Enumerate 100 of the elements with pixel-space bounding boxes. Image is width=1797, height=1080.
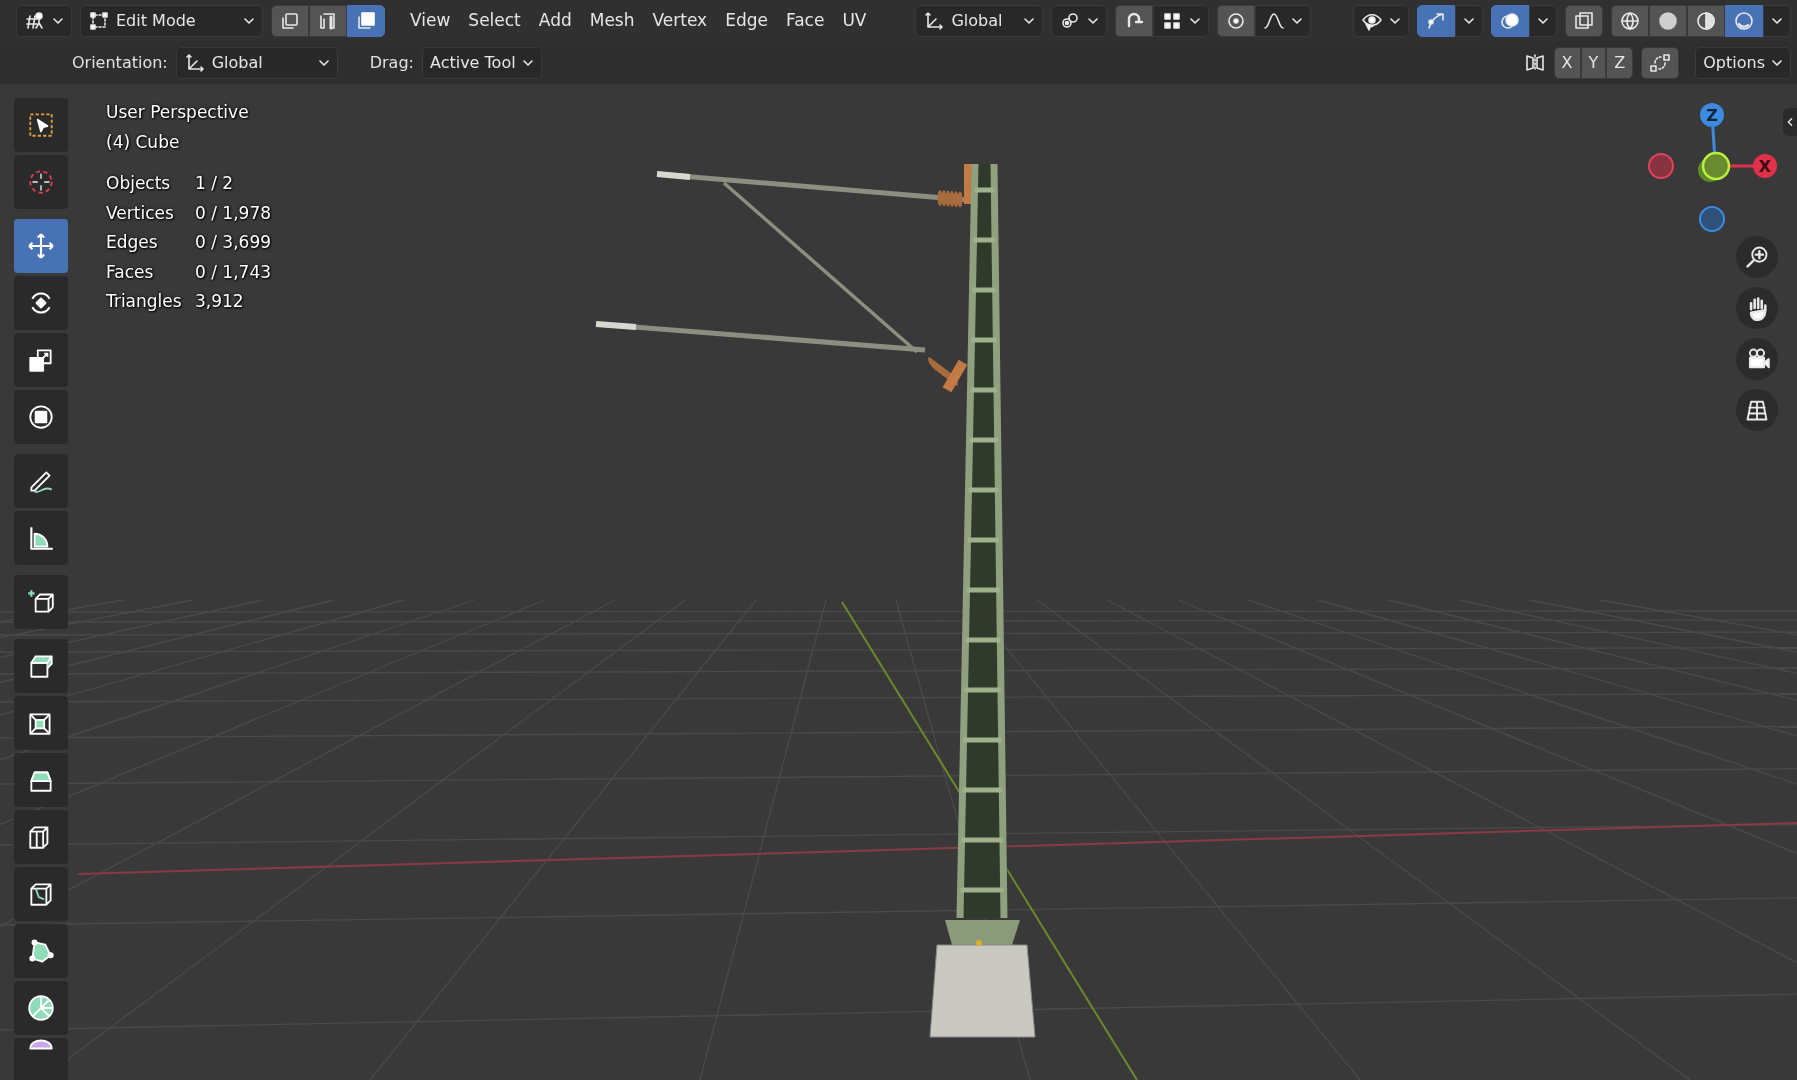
- stat-label: Triangles: [106, 290, 183, 313]
- falloff-curve-icon: [1263, 10, 1286, 32]
- options-dropdown[interactable]: Options: [1695, 47, 1791, 79]
- tool-button[interactable]: [14, 454, 68, 508]
- stat-label: Objects: [106, 172, 172, 195]
- xray-toggle[interactable]: [1565, 5, 1603, 37]
- solid-sphere-icon: [1657, 10, 1679, 32]
- axes-icon: [183, 52, 206, 74]
- tool-button[interactable]: [14, 333, 68, 387]
- tool-button[interactable]: [14, 924, 68, 978]
- menu-item[interactable]: UV: [833, 5, 876, 37]
- negative-z-handle[interactable]: [1699, 206, 1725, 232]
- visibility-dropdown[interactable]: [1353, 5, 1409, 37]
- stat-label: Faces: [106, 260, 155, 284]
- rendered-sphere-icon: [1733, 10, 1755, 32]
- caret-icon: [521, 57, 534, 69]
- dome-icon: [26, 1038, 56, 1051]
- menu-item[interactable]: Select: [459, 5, 530, 37]
- mirror-icon: [1523, 52, 1546, 74]
- tool-button[interactable]: [14, 639, 68, 693]
- caret-icon: [243, 15, 255, 27]
- wireframe-sphere-icon: [1619, 10, 1641, 32]
- tool-button[interactable]: [14, 981, 68, 1035]
- drag-label: Drag:: [369, 52, 414, 74]
- shading-button[interactable]: [1725, 5, 1763, 37]
- mode-dropdown[interactable]: Edit Mode: [80, 5, 263, 37]
- transform-icon: [26, 402, 56, 432]
- stat-value: 3,912: [195, 290, 244, 313]
- tool-button[interactable]: [14, 511, 68, 565]
- proportional-toggle[interactable]: [1217, 5, 1256, 37]
- navigation-button[interactable]: [1736, 338, 1778, 380]
- orientation-dropdown[interactable]: Global: [915, 5, 1044, 37]
- menu-item[interactable]: Add: [529, 5, 581, 37]
- menu-item[interactable]: Mesh: [580, 5, 644, 37]
- pivot-dropdown[interactable]: [1051, 5, 1108, 37]
- orientation-dropdown[interactable]: Global: [175, 47, 338, 79]
- sidebar-toggle[interactable]: [1783, 108, 1797, 136]
- tool-button[interactable]: [14, 575, 68, 629]
- tool-button[interactable]: [14, 390, 68, 444]
- shading-button[interactable]: [1649, 5, 1687, 37]
- editor-type-icon: [24, 10, 46, 32]
- tool-button[interactable]: [14, 867, 68, 921]
- move-arrows-icon: [26, 231, 56, 261]
- caret-icon: [1087, 15, 1100, 27]
- vertex-select-icon: [279, 10, 301, 32]
- negative-x-handle[interactable]: [1648, 153, 1674, 179]
- zoom-icon: [1744, 244, 1770, 270]
- overlay-dropdown[interactable]: [1529, 5, 1557, 37]
- select-mode-button[interactable]: [309, 5, 347, 37]
- editor-type-button[interactable]: [16, 5, 72, 37]
- caret-icon: [1389, 15, 1401, 27]
- navigation-button[interactable]: [1736, 389, 1778, 431]
- caret-icon: [1771, 57, 1783, 69]
- z-axis-label: Z: [1706, 106, 1718, 125]
- overlay-icon: [1499, 10, 1521, 32]
- tool-button[interactable]: [14, 696, 68, 750]
- menu-item[interactable]: Face: [776, 5, 834, 37]
- caret-icon: [1537, 15, 1549, 27]
- stat-label: Edges: [106, 231, 159, 254]
- tool-button[interactable]: [14, 1038, 68, 1080]
- auto-merge-toggle[interactable]: [1641, 47, 1680, 79]
- caret-icon: [1189, 15, 1202, 27]
- navigation-button[interactable]: [1736, 236, 1778, 278]
- mirror-axis-toggle[interactable]: Z: [1606, 47, 1634, 79]
- xray-icon: [1573, 10, 1595, 32]
- menu-item[interactable]: View: [401, 5, 460, 37]
- overlay-toggle[interactable]: [1491, 5, 1529, 37]
- shading-button[interactable]: [1611, 5, 1649, 37]
- tool-button[interactable]: [14, 810, 68, 864]
- falloff-dropdown[interactable]: [1255, 5, 1312, 37]
- caret-icon: [1463, 15, 1475, 27]
- material-sphere-icon: [1695, 10, 1717, 32]
- snap-target-dropdown[interactable]: [1153, 5, 1210, 37]
- y-axis-handle[interactable]: [1698, 151, 1731, 182]
- x-axis-handle[interactable]: [1753, 154, 1777, 178]
- tool-button[interactable]: [14, 98, 68, 152]
- merge-icon: [1649, 52, 1672, 74]
- z-axis-handle[interactable]: [1700, 103, 1724, 127]
- gizmo-dropdown[interactable]: [1455, 5, 1483, 37]
- tool-button[interactable]: [14, 276, 68, 330]
- stat-label: Vertices: [106, 201, 175, 225]
- select-mode-button[interactable]: [271, 5, 309, 37]
- mirror-axis-toggle[interactable]: Y: [1580, 47, 1607, 79]
- snap-toggle[interactable]: [1115, 5, 1154, 37]
- navigation-button[interactable]: [1736, 287, 1778, 329]
- mirror-axis-toggle[interactable]: X: [1553, 47, 1581, 79]
- orientation-label: Orientation:: [72, 52, 168, 74]
- shading-button[interactable]: [1687, 5, 1725, 37]
- shading-dropdown[interactable]: [1763, 5, 1791, 37]
- drag-dropdown[interactable]: Active Tool: [421, 47, 542, 79]
- select-mode-button[interactable]: [347, 5, 385, 37]
- x-axis-label: X: [1758, 157, 1772, 176]
- caret-icon: [1023, 15, 1036, 27]
- menu-item[interactable]: Vertex: [643, 5, 717, 37]
- axes-icon: [923, 10, 946, 32]
- object-name: (4) Cube: [106, 131, 180, 152]
- gizmo-toggle[interactable]: [1417, 5, 1455, 37]
- face-select-icon: [355, 10, 377, 32]
- tool-button[interactable]: [14, 753, 68, 807]
- menu-item[interactable]: Edge: [716, 5, 777, 37]
